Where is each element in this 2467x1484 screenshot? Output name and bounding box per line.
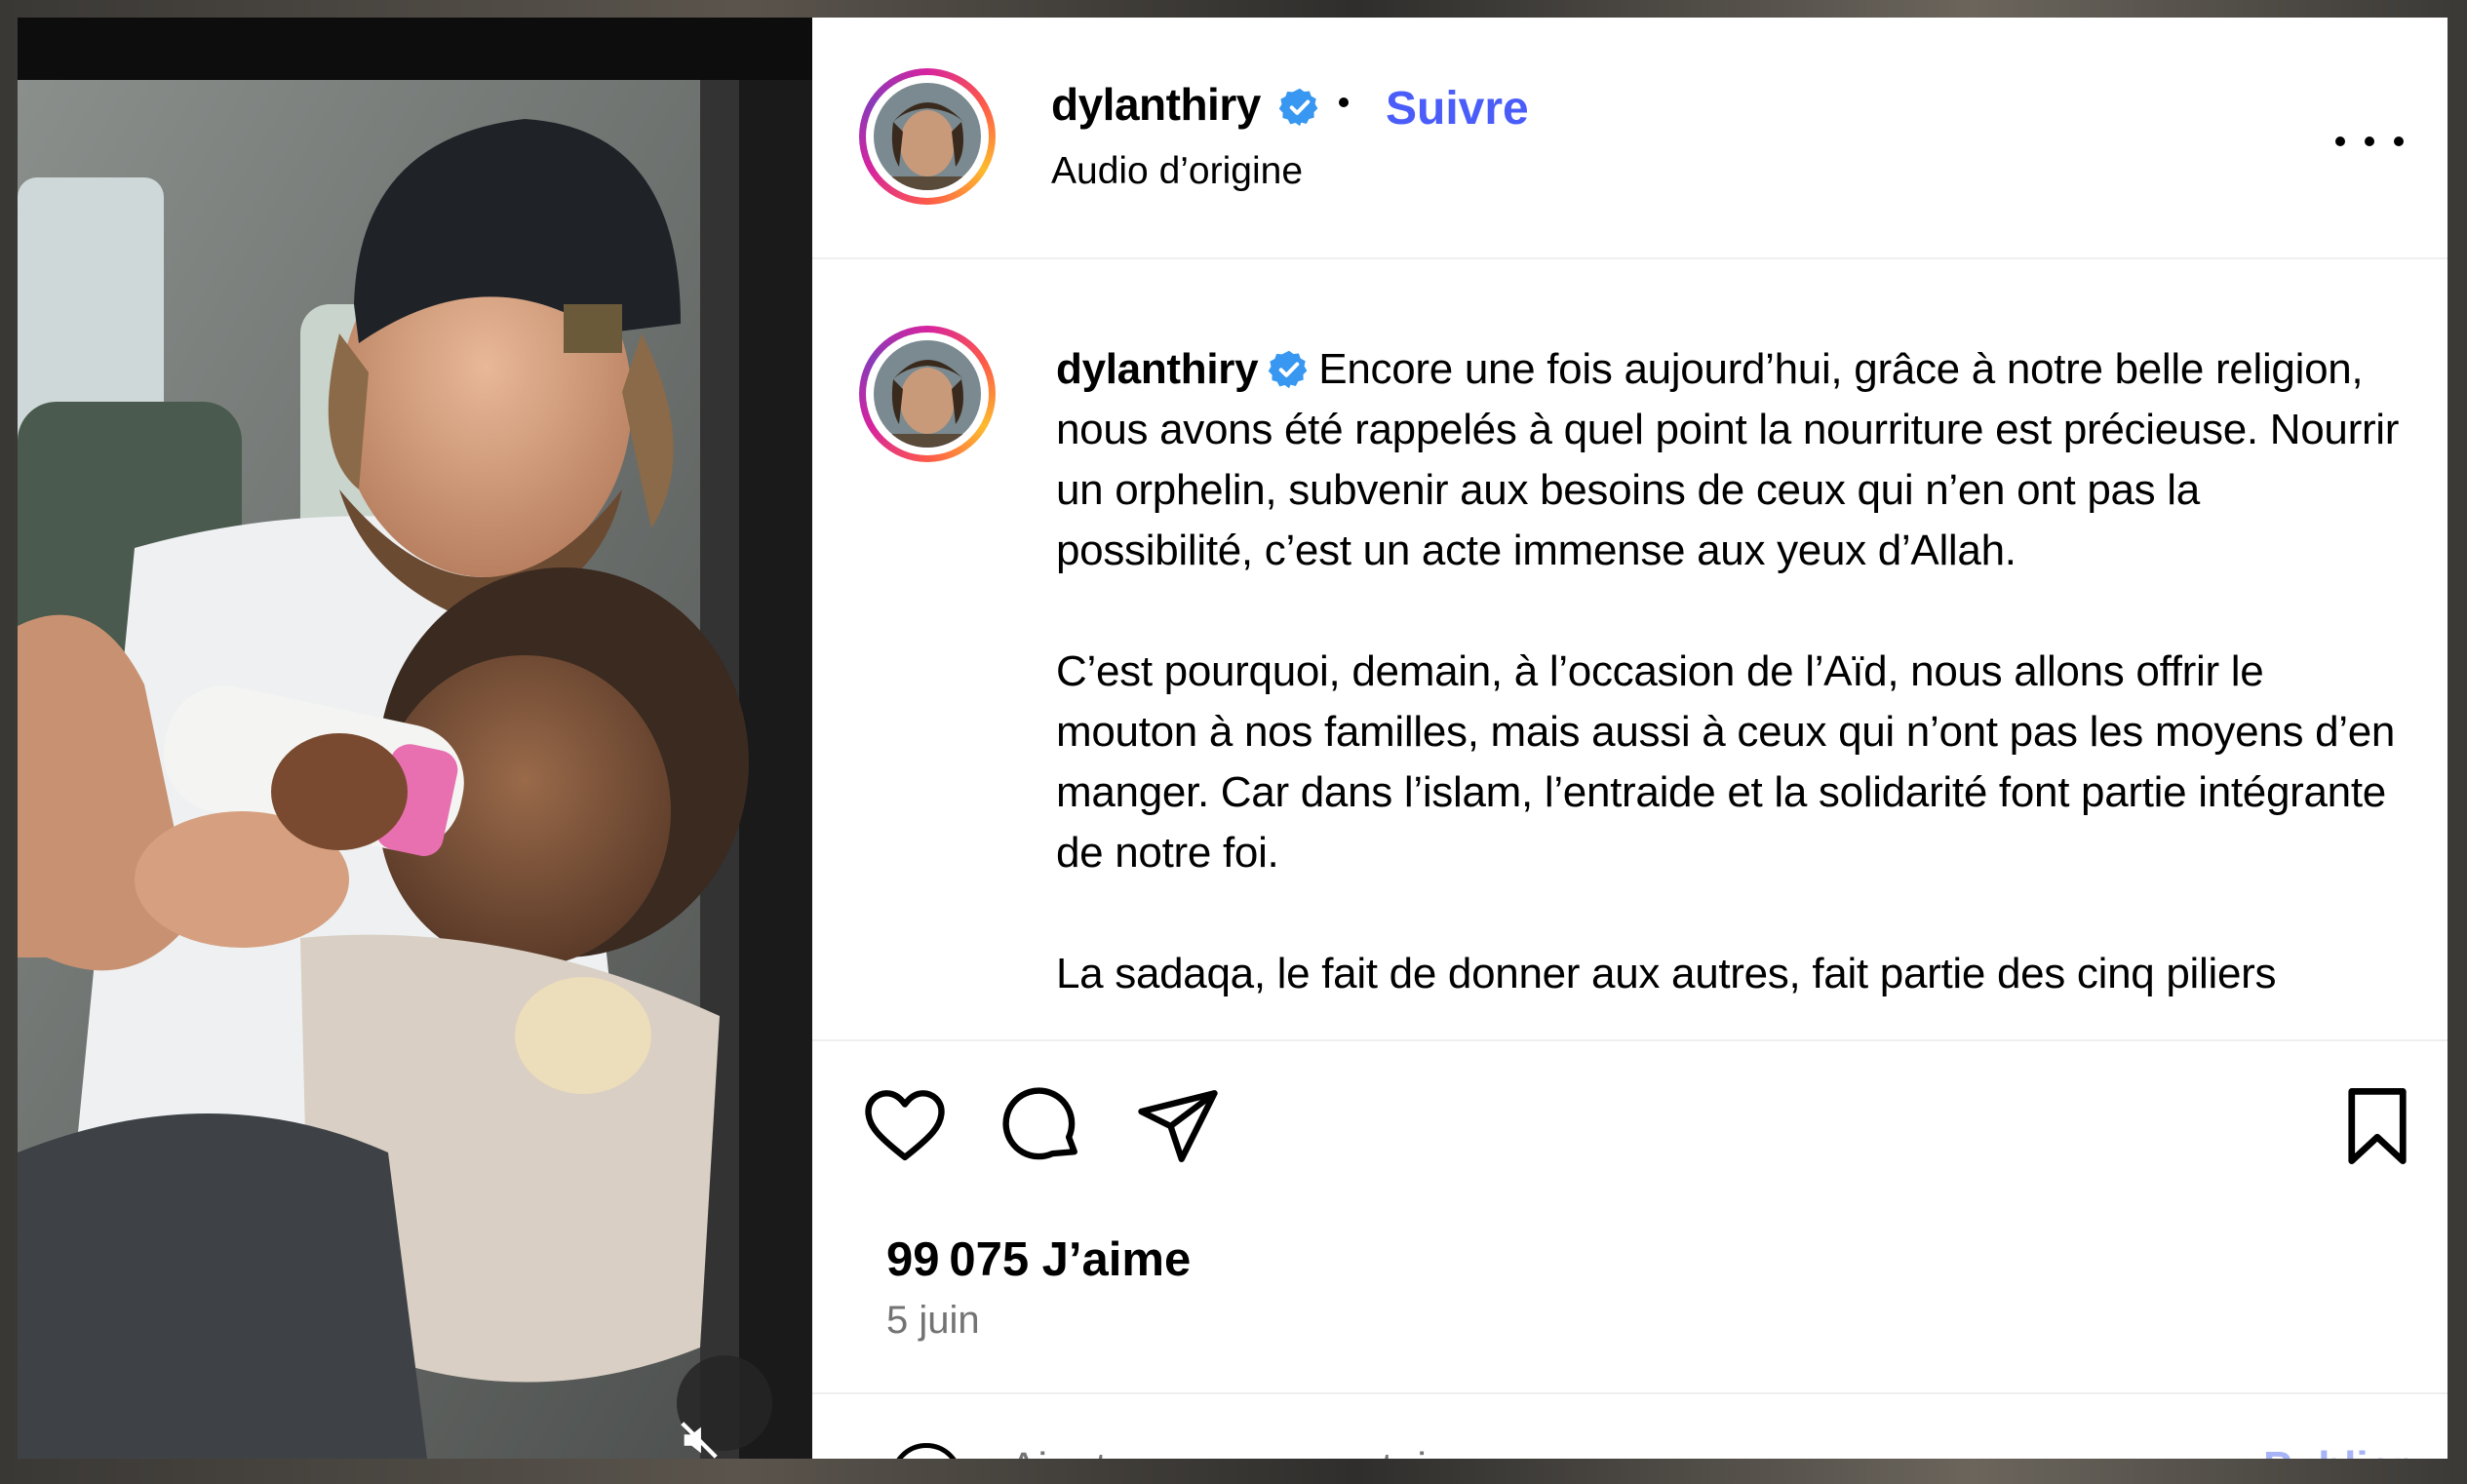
verified-badge-icon <box>1269 350 1308 389</box>
add-comment-row: Publier <box>812 1394 2447 1459</box>
post-header: dylanthiry Suivre Audio d’origine <box>812 18 2447 259</box>
paper-plane-icon[interactable] <box>1134 1082 1222 1170</box>
divider <box>812 1039 2447 1041</box>
speaker-muted-icon <box>681 1422 718 1459</box>
post-modal: dylanthiry Suivre Audio d’origine dylant… <box>18 18 2447 1459</box>
emoji-icon[interactable] <box>890 1443 962 1459</box>
caption-author-avatar[interactable] <box>859 326 996 462</box>
post-video[interactable] <box>18 18 812 1459</box>
video-frame-illustration <box>18 80 812 1459</box>
follow-button[interactable]: Suivre <box>1386 82 1529 136</box>
author-avatar[interactable] <box>859 68 996 205</box>
avatar-photo <box>874 340 981 448</box>
caption-paragraph-3: La sadaqa, le fait de donner aux autres,… <box>1056 950 2277 997</box>
caption-paragraph-2: C’est pourquoi, demain, à l’occasion de … <box>1056 647 2396 877</box>
author-username[interactable]: dylanthiry <box>1051 78 1261 131</box>
caption-username[interactable]: dylanthiry <box>1056 345 1259 393</box>
post-date[interactable]: 5 juin <box>886 1299 980 1343</box>
post-details-panel: dylanthiry Suivre Audio d’origine dylant… <box>812 18 2447 1459</box>
verified-badge-icon <box>1278 88 1318 127</box>
mute-button[interactable] <box>677 1355 772 1459</box>
audio-label[interactable]: Audio d’origine <box>1051 150 1303 193</box>
publish-button[interactable]: Publier <box>2263 1443 2408 1459</box>
heart-icon[interactable] <box>861 1082 949 1170</box>
caption-section: dylanthiry Encore une fois aujourd’hui, g… <box>812 259 2447 1039</box>
comment-bubble-icon[interactable] <box>998 1082 1085 1170</box>
avatar-photo <box>874 83 981 190</box>
comment-input[interactable] <box>1007 1443 1986 1459</box>
post-caption: dylanthiry Encore une fois aujourd’hui, g… <box>1056 339 2402 1039</box>
more-options-icon[interactable] <box>2335 127 2404 156</box>
separator-dot <box>1339 98 1349 107</box>
likes-count[interactable]: 99 075 J’aime <box>886 1232 1191 1287</box>
bookmark-icon[interactable] <box>2333 1082 2421 1170</box>
